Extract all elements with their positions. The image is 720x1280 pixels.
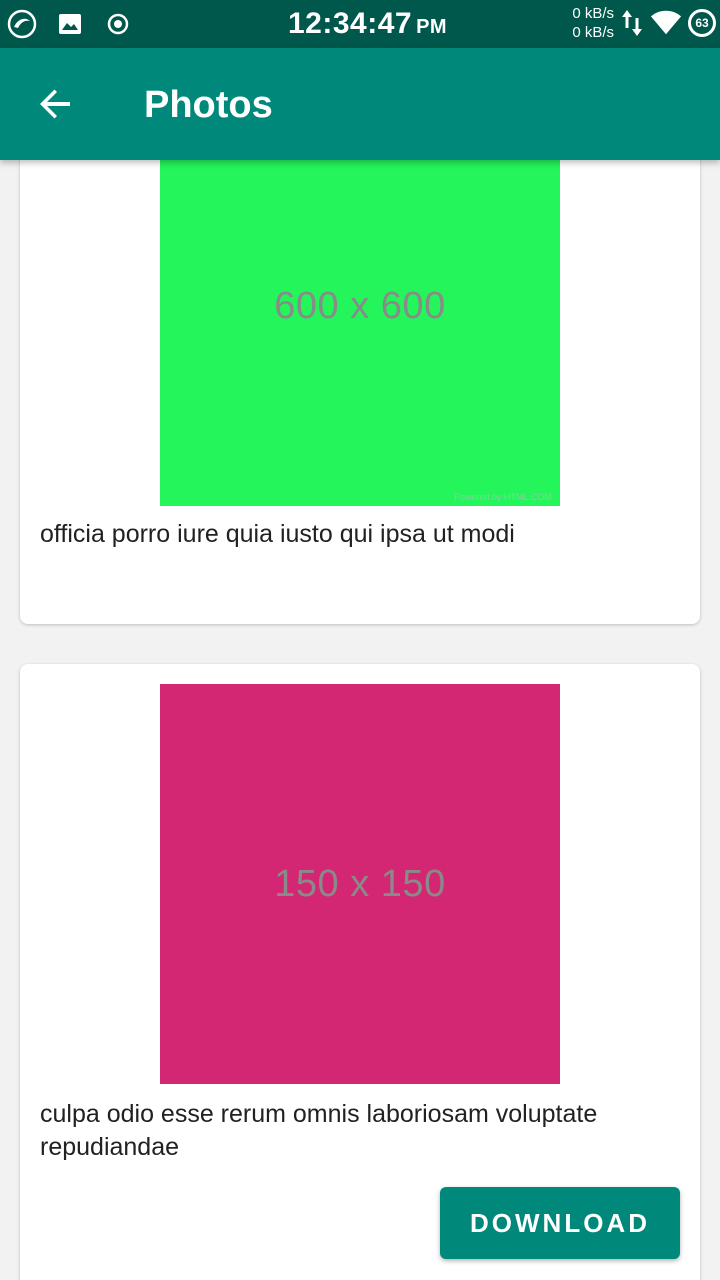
app-notification-icon xyxy=(6,8,38,40)
photo-card[interactable]: 600 x 600 Powered by HTML.COM officia po… xyxy=(20,160,700,624)
photo-card[interactable]: 150 x 150 culpa odio esse rerum omnis la… xyxy=(20,664,700,1280)
wifi-icon xyxy=(650,7,682,39)
net-up-speed: 0 kB/s xyxy=(572,5,614,22)
photo-thumbnail[interactable]: 600 x 600 Powered by HTML.COM xyxy=(160,160,560,506)
photo-caption: culpa odio esse rerum omnis laboriosam v… xyxy=(40,1100,598,1161)
status-bar: 12:34:47 PM 0 kB/s 0 kB/s 63 xyxy=(0,0,720,48)
data-transfer-icon xyxy=(620,7,644,39)
clock-time: 12:34:47 xyxy=(288,7,413,40)
battery-level: 63 xyxy=(695,16,709,30)
record-icon xyxy=(102,8,134,40)
clock: 12:34:47 PM xyxy=(288,7,447,41)
thumbnail-credit: Powered by HTML.COM xyxy=(453,492,552,502)
image-icon xyxy=(54,8,86,40)
photo-list[interactable]: 600 x 600 Powered by HTML.COM officia po… xyxy=(0,160,720,1280)
arrow-left-icon xyxy=(40,89,70,119)
thumbnail-size-label: 150 x 150 xyxy=(274,862,446,905)
network-speed: 0 kB/s 0 kB/s xyxy=(572,4,614,42)
battery-icon: 63 xyxy=(688,9,716,37)
photo-thumbnail[interactable]: 150 x 150 xyxy=(160,684,560,1084)
app-bar: Photos xyxy=(0,48,720,160)
clock-ampm: PM xyxy=(416,16,448,38)
photo-caption: officia porro iure quia iusto qui ipsa u… xyxy=(40,520,515,548)
back-button[interactable] xyxy=(34,82,78,126)
page-title: Photos xyxy=(144,84,273,126)
download-button[interactable]: DOWNLOAD xyxy=(440,1187,680,1259)
thumbnail-size-label: 600 x 600 xyxy=(274,284,446,327)
net-down-speed: 0 kB/s xyxy=(572,24,614,41)
